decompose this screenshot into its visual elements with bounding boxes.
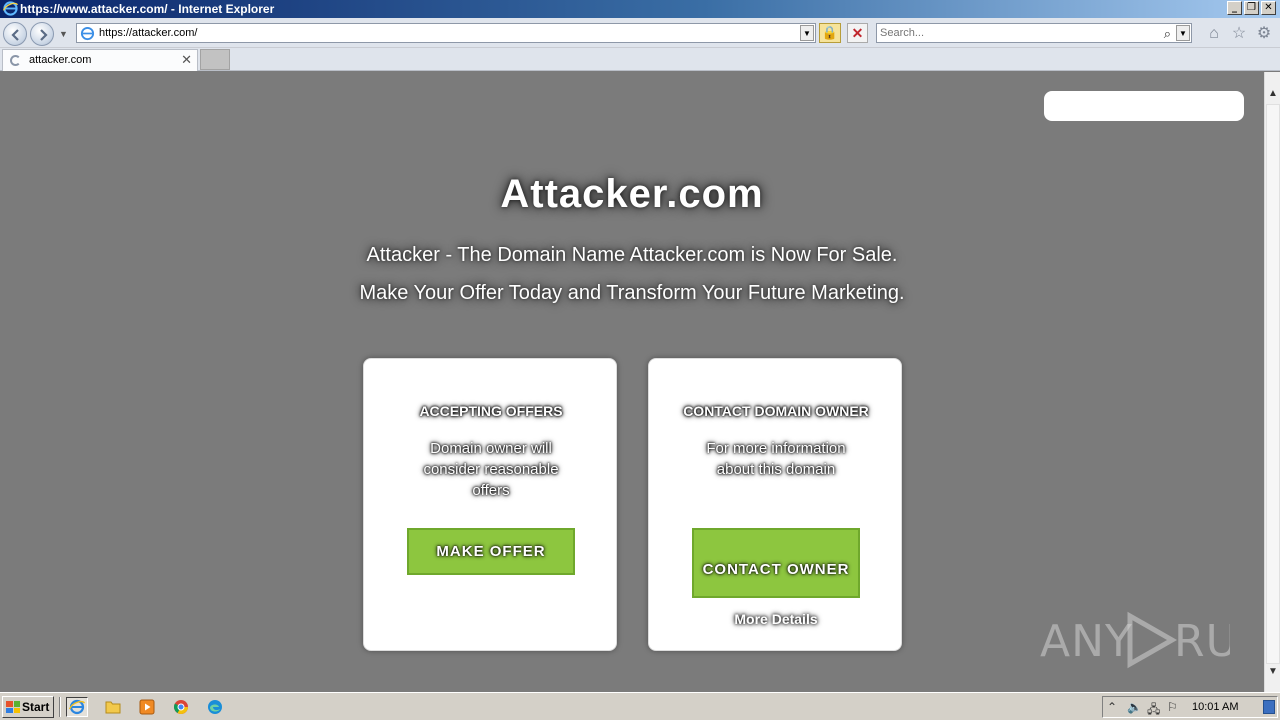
window-title-bar: https://www.attacker.com/ - Internet Exp… — [0, 0, 1280, 18]
page-headline: Attacker.com — [500, 172, 764, 216]
minimize-button[interactable]: _ — [1227, 1, 1242, 15]
taskbar-separator — [59, 697, 61, 717]
history-dropdown-icon[interactable]: ▼ — [59, 29, 68, 39]
more-details-link[interactable]: More Details — [649, 611, 903, 627]
card-title: ACCEPTING OFFERS — [419, 403, 563, 419]
folder-icon[interactable] — [102, 697, 124, 717]
edge-icon[interactable] — [204, 697, 226, 717]
restore-button[interactable]: ❐ — [1244, 1, 1259, 15]
new-tab-button[interactable] — [200, 49, 230, 70]
internet-explorer-icon — [3, 1, 18, 16]
back-icon — [11, 29, 19, 41]
tab-label: attacker.com — [29, 54, 92, 66]
windows-flag-icon — [6, 701, 20, 713]
card-description: For more information about this domain — [706, 440, 846, 478]
page-viewport: Attacker.com Attacker - The Domain Name … — [0, 72, 1264, 692]
contact-owner-card: CONTACT DOMAIN OWNER For more informatio… — [648, 358, 902, 651]
chrome-icon[interactable] — [170, 697, 192, 717]
window-title: https://www.attacker.com/ - Internet Exp… — [20, 2, 275, 16]
page-subline-1: Attacker - The Domain Name Attacker.com … — [366, 244, 898, 266]
search-icon[interactable]: ⌕ — [1164, 26, 1171, 42]
volume-icon[interactable]: 🔈 — [1127, 700, 1142, 714]
taskbar: Start ⌃ 🔈 🖧 ⚐ 10:01 AM — [0, 692, 1280, 720]
svg-text:ANY: ANY — [1040, 616, 1133, 667]
svg-text:RUN: RUN — [1174, 616, 1230, 667]
make-offer-button[interactable]: MAKE OFFER — [407, 528, 575, 575]
forward-button[interactable] — [30, 22, 54, 46]
action-center-flag-icon[interactable]: ⚐ — [1167, 700, 1178, 714]
internet-explorer-icon[interactable] — [66, 697, 88, 717]
address-dropdown-icon[interactable]: ▼ — [800, 25, 814, 41]
tab-bar: attacker.com ✕ — [0, 48, 1280, 71]
address-url[interactable]: https://attacker.com/ — [99, 27, 197, 39]
anyrun-watermark: ANY RUN — [1040, 608, 1230, 672]
scroll-down-icon[interactable]: ▼ — [1265, 663, 1280, 680]
card-title: CONTACT DOMAIN OWNER — [683, 403, 869, 419]
system-tray: ⌃ 🔈 🖧 ⚐ 10:01 AM — [1102, 696, 1278, 718]
show-hidden-icons-icon[interactable]: ⌃ — [1107, 700, 1117, 714]
page-subline-2: Make Your Offer Today and Transform Your… — [359, 282, 905, 304]
home-icon[interactable]: ⌂ — [1205, 25, 1223, 43]
start-label: Start — [22, 700, 50, 714]
lock-icon[interactable]: 🔒 — [819, 23, 841, 43]
network-icon[interactable]: 🖧 — [1147, 700, 1160, 720]
forward-icon — [40, 29, 48, 41]
search-input[interactable] — [880, 26, 1150, 40]
close-window-button[interactable]: ✕ — [1261, 1, 1276, 15]
navigation-bar: ▼ https://attacker.com/ ▼ 🔒 ✕ ⌕ ▼ ⌂ ☆ ⚙ — [0, 18, 1280, 48]
stop-icon[interactable]: ✕ — [847, 23, 868, 43]
scroll-up-icon[interactable]: ▲ — [1265, 85, 1280, 102]
card-description: Domain owner will consider reasonable of… — [423, 440, 559, 499]
top-right-box[interactable] — [1044, 91, 1244, 121]
loading-spinner-icon — [10, 55, 21, 66]
anyrun-logo: ANY RUN — [1040, 611, 1230, 669]
page-favicon-icon — [80, 26, 95, 41]
taskbar-clock[interactable]: 10:01 AM — [1192, 701, 1238, 713]
close-tab-icon[interactable]: ✕ — [181, 52, 192, 68]
show-desktop-icon[interactable] — [1263, 700, 1275, 714]
address-bar[interactable]: https://attacker.com/ ▼ — [76, 23, 816, 43]
start-button[interactable]: Start — [2, 696, 54, 718]
vertical-scrollbar[interactable]: ▲ ▼ — [1264, 72, 1280, 692]
tools-gear-icon[interactable]: ⚙ — [1255, 25, 1273, 43]
scroll-thumb[interactable] — [1266, 104, 1280, 664]
contact-owner-button[interactable]: CONTACT OWNER — [692, 528, 860, 598]
accepting-offers-card: ACCEPTING OFFERS Domain owner will consi… — [363, 358, 617, 651]
search-box[interactable]: ⌕ ▼ — [876, 23, 1192, 43]
search-dropdown-icon[interactable]: ▼ — [1176, 25, 1190, 41]
back-button[interactable] — [3, 22, 27, 46]
favorites-icon[interactable]: ☆ — [1230, 25, 1248, 43]
tab-attacker[interactable]: attacker.com ✕ — [2, 49, 198, 71]
media-player-icon[interactable] — [136, 697, 158, 717]
